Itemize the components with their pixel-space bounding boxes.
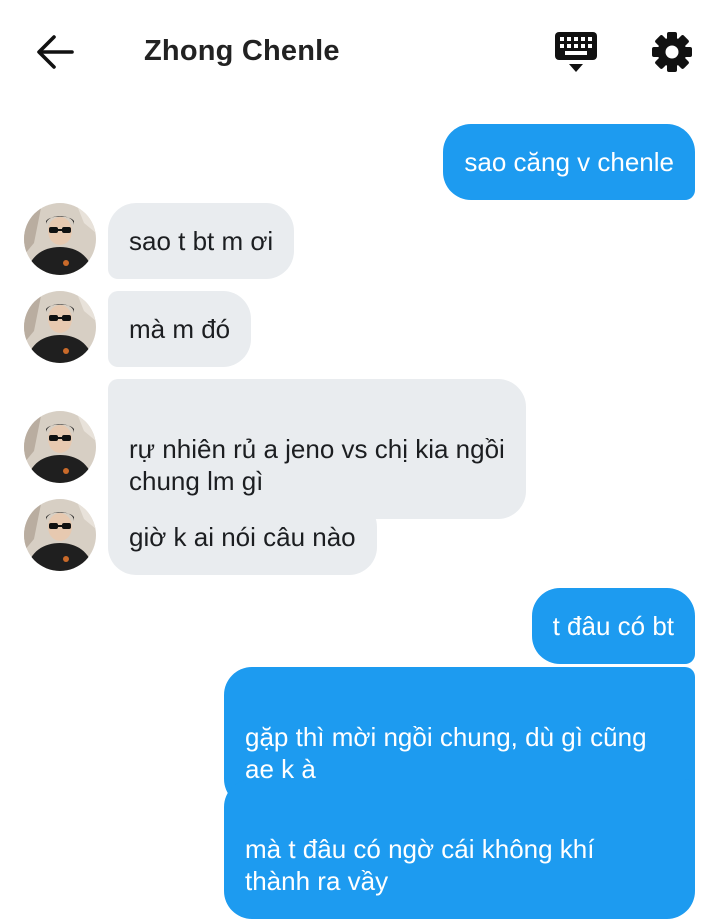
- outgoing-message[interactable]: t đâu có bt: [531, 588, 695, 664]
- outgoing-message[interactable]: sao căng v chenle: [443, 124, 695, 200]
- message-text: gặp thì mời ngồi chung, dù gì cũng ae k …: [245, 722, 647, 784]
- back-button[interactable]: [34, 32, 78, 72]
- outgoing-message[interactable]: mà t đâu có ngờ cái không khí thành ra v…: [224, 779, 695, 919]
- settings-button[interactable]: [650, 30, 694, 74]
- message-text: rự nhiên rủ a jeno vs chị kia ngồi chung…: [129, 434, 505, 496]
- message-text: sao căng v chenle: [464, 147, 674, 177]
- keyboard-icon: [555, 32, 597, 72]
- incoming-message[interactable]: sao t bt m ơi: [108, 203, 295, 279]
- contact-name[interactable]: Zhong Chenle: [144, 30, 340, 72]
- keyboard-button[interactable]: [552, 30, 600, 76]
- avatar[interactable]: [24, 411, 96, 483]
- message-text: mà m đó: [129, 314, 231, 344]
- message-text: giờ k ai nói câu nào: [129, 522, 356, 552]
- incoming-message[interactable]: mà m đó: [108, 291, 252, 367]
- avatar[interactable]: [24, 291, 96, 363]
- message-text: sao t bt m ơi: [129, 226, 274, 256]
- avatar[interactable]: [24, 203, 96, 275]
- avatar[interactable]: [24, 499, 96, 571]
- chat-header: Zhong Chenle: [0, 0, 720, 104]
- message-text: mà t đâu có ngờ cái không khí thành ra v…: [245, 834, 595, 896]
- arrow-left-icon: [37, 35, 74, 69]
- incoming-message[interactable]: giờ k ai nói câu nào: [108, 499, 377, 575]
- incoming-message[interactable]: rự nhiên rủ a jeno vs chị kia ngồi chung…: [108, 379, 526, 519]
- message-text: t đâu có bt: [552, 611, 674, 641]
- gear-icon: [652, 32, 692, 72]
